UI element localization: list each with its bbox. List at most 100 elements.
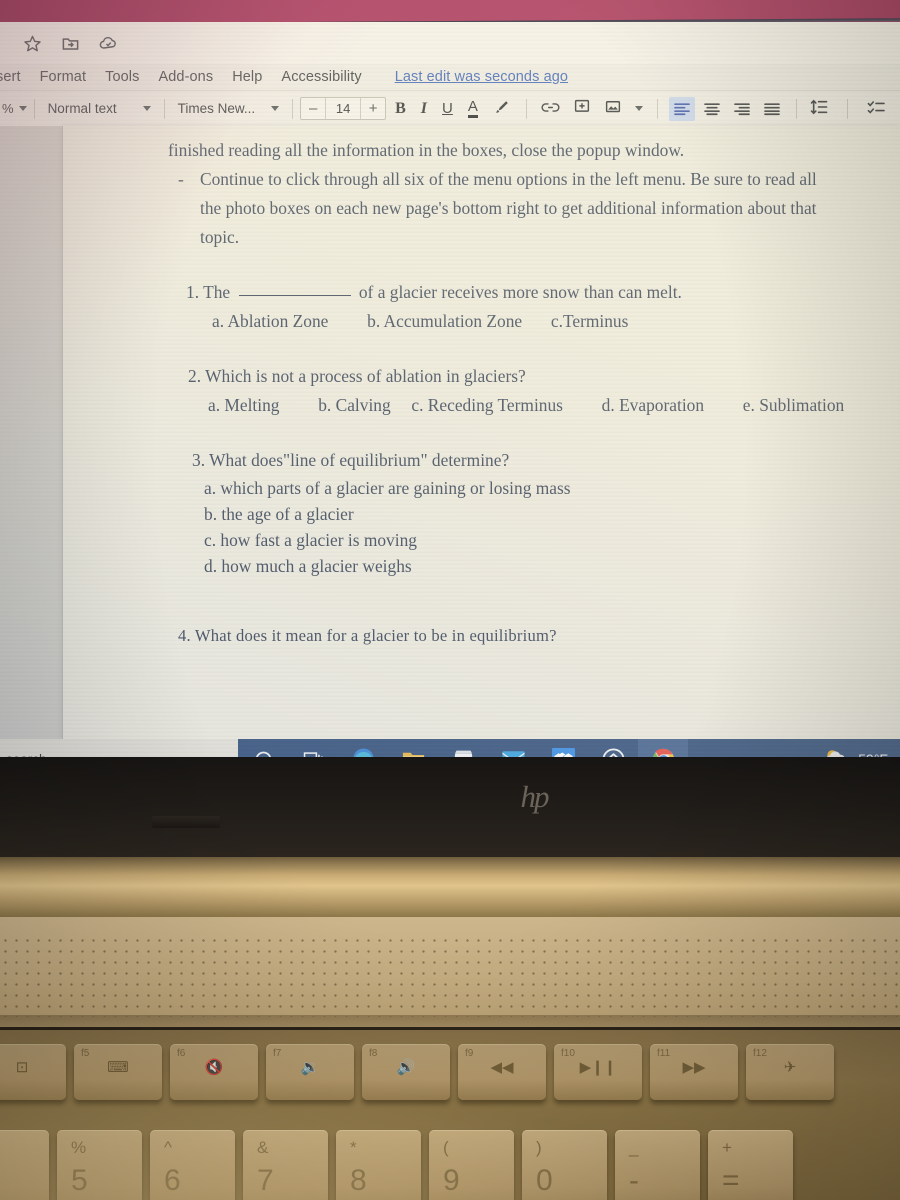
key-f5[interactable]: f5 ⌨ xyxy=(74,1044,162,1100)
menu-item-insert[interactable]: sert xyxy=(0,69,21,85)
menu-item-help[interactable]: Help xyxy=(232,69,262,85)
key-f11[interactable]: f11 ▶▶ xyxy=(650,1044,738,1100)
key-9-shift: ( xyxy=(443,1138,449,1157)
question-1-option-c[interactable]: c.Terminus xyxy=(551,311,629,331)
text-color-button[interactable]: A xyxy=(467,99,478,118)
align-right-icon[interactable] xyxy=(729,97,755,121)
question-2-option-c[interactable]: c. Receding Terminus xyxy=(411,395,563,415)
mute-icon: 🔇 xyxy=(204,1059,224,1076)
volume-down-icon: 🔉 xyxy=(300,1059,320,1076)
key-9[interactable]: (9 xyxy=(429,1130,514,1200)
laptop-bezel xyxy=(0,757,900,857)
key-f7[interactable]: f7 🔉 xyxy=(266,1044,354,1100)
document-body[interactable]: finished reading all the information in … xyxy=(168,136,900,650)
dropbox-icon[interactable] xyxy=(538,739,588,757)
partly-cloudy-icon[interactable] xyxy=(823,747,850,757)
key-0[interactable]: ) 0 xyxy=(522,1130,607,1200)
star-icon[interactable] xyxy=(20,31,44,55)
key-f4[interactable]: f4⊡ xyxy=(0,1044,66,1100)
key-8[interactable]: * 8 xyxy=(336,1130,421,1200)
google-chrome-icon[interactable] xyxy=(638,739,688,757)
key-6[interactable]: ^ 6 xyxy=(150,1130,235,1200)
move-to-folder-icon[interactable] xyxy=(58,31,82,55)
key-equals-main: = xyxy=(722,1164,740,1197)
key-4[interactable]: $4 xyxy=(0,1130,49,1200)
function-key-row: f4⊡ f5⌨ f6🔇 f7🔉 f8🔊 f9◀◀ f10▶❙❙ f11▶▶ f1… xyxy=(0,1044,834,1100)
key-5[interactable]: % 5 xyxy=(57,1130,142,1200)
question-3-option-b[interactable]: b. the age of a glacier xyxy=(204,501,900,527)
taskbar-icon-group[interactable] xyxy=(238,739,688,757)
mail-icon[interactable] xyxy=(488,739,538,757)
key-f6[interactable]: f6 🔇 xyxy=(170,1044,258,1100)
play-pause-icon: ▶❙❙ xyxy=(579,1059,617,1076)
line-spacing-icon[interactable] xyxy=(810,99,828,118)
question-2-option-a[interactable]: a. Melting xyxy=(208,395,279,415)
question-3-option-a[interactable]: a. which parts of a glacier are gaining … xyxy=(204,475,900,501)
key-f8[interactable]: f8 🔊 xyxy=(362,1044,450,1100)
checklist-icon[interactable] xyxy=(867,99,885,118)
align-left-icon[interactable] xyxy=(668,96,695,121)
key-f9[interactable]: f9 ◀◀ xyxy=(458,1044,546,1100)
menu-item-tools[interactable]: Tools xyxy=(105,69,139,85)
font-size-increase-button[interactable]: + xyxy=(361,98,385,119)
key-equals[interactable]: + = xyxy=(708,1130,793,1200)
question-1-option-b[interactable]: b. Accumulation Zone xyxy=(367,311,522,331)
question-2-prompt: 2. Which is not a process of ablation in… xyxy=(168,362,900,391)
font-size-input[interactable]: 14 xyxy=(325,98,362,119)
key-7[interactable]: & 7 xyxy=(243,1130,328,1200)
document-page[interactable]: finished reading all the information in … xyxy=(62,126,900,739)
font-family-dropdown[interactable]: Times New... xyxy=(172,101,286,116)
number-key-row: $4 %5 ^6 &7 *8 (9 )0 _- += xyxy=(0,1130,793,1200)
font-size-stepper[interactable]: – 14 + xyxy=(300,97,387,120)
windows-taskbar[interactable]: search xyxy=(0,739,900,757)
taskbar-search-box[interactable]: search xyxy=(0,739,238,757)
paragraph-style-value: Normal text xyxy=(47,101,117,116)
question-1-blank[interactable] xyxy=(238,295,351,296)
menu-item-add-ons[interactable]: Add-ons xyxy=(158,69,213,85)
key-f10[interactable]: f10 ▶❙❙ xyxy=(554,1044,642,1100)
key-minus[interactable]: _ - xyxy=(615,1130,700,1200)
menu-bar[interactable]: sert Format Tools Add-ons Help Accessibi… xyxy=(0,64,900,90)
paragraph-style-dropdown[interactable]: Normal text xyxy=(42,101,157,116)
question-3-option-c[interactable]: c. how fast a glacier is moving xyxy=(204,527,900,553)
font-family-value: Times New... xyxy=(177,101,256,116)
docs-toolbar[interactable]: % Normal text Times New... – 14 + B I U … xyxy=(0,90,900,126)
airplane-mode-icon: ✈ xyxy=(783,1059,797,1076)
underline-button[interactable]: U xyxy=(442,100,453,117)
question-1-text-before: The xyxy=(203,282,231,302)
align-justify-icon[interactable] xyxy=(759,97,785,121)
question-2-option-b[interactable]: b. Calving xyxy=(318,395,390,415)
question-3-option-d[interactable]: d. how much a glacier weighs xyxy=(204,553,900,579)
insert-group[interactable] xyxy=(534,98,650,119)
menu-item-accessibility[interactable]: Accessibility xyxy=(281,69,361,85)
microsoft-store-icon[interactable] xyxy=(438,739,488,757)
zoom-dropdown[interactable]: % xyxy=(0,101,27,116)
cortana-icon[interactable] xyxy=(238,739,288,757)
cloud-saved-icon[interactable] xyxy=(96,31,120,55)
text-format-group[interactable]: B I U A xyxy=(386,99,519,119)
question-2-option-e[interactable]: e. Sublimation xyxy=(743,395,844,415)
key-5-main: 5 xyxy=(71,1164,88,1197)
system-tray[interactable]: 59°F xyxy=(823,747,900,757)
highlight-pen-icon[interactable] xyxy=(493,99,510,119)
italic-button[interactable]: I xyxy=(421,100,427,118)
spacing-group[interactable] xyxy=(804,98,891,119)
task-view-icon[interactable] xyxy=(288,739,338,757)
font-size-decrease-button[interactable]: – xyxy=(301,98,325,119)
question-2-option-d[interactable]: d. Evaporation xyxy=(602,395,704,415)
image-icon[interactable] xyxy=(604,98,622,119)
chevron-down-icon xyxy=(18,106,27,111)
comment-box-icon[interactable] xyxy=(573,98,591,119)
microsoft-edge-icon[interactable] xyxy=(338,739,388,757)
align-center-icon[interactable] xyxy=(699,97,725,121)
link-icon[interactable] xyxy=(541,99,560,119)
bold-button[interactable]: B xyxy=(395,100,406,118)
alignment-group[interactable] xyxy=(665,96,789,121)
chevron-down-icon[interactable] xyxy=(634,106,643,111)
menu-item-format[interactable]: Format xyxy=(40,69,87,85)
question-1-option-a[interactable]: a. Ablation Zone xyxy=(212,311,328,331)
key-f12[interactable]: f12 ✈ xyxy=(746,1044,834,1100)
last-edit-status[interactable]: Last edit was seconds ago xyxy=(395,69,568,85)
file-explorer-icon[interactable] xyxy=(388,739,438,757)
app-white-icon[interactable] xyxy=(588,739,638,757)
